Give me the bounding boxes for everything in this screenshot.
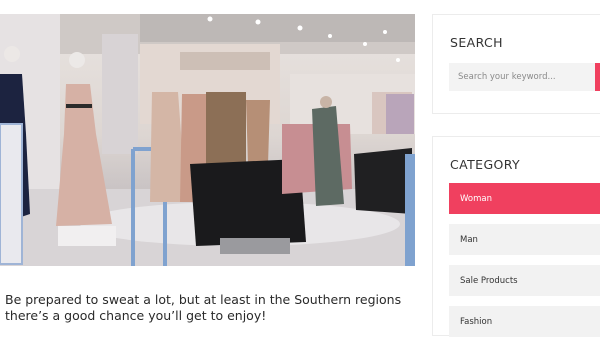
category-item-woman[interactable]: Woman [449,183,600,214]
category-item-man[interactable]: Man [449,224,600,255]
search-input[interactable] [449,72,588,82]
category-item-fashion[interactable]: Fashion [449,306,600,337]
search-form [449,63,600,91]
category-item-sale-products[interactable]: Sale Products [449,265,600,296]
post-excerpt: Be prepared to sweat a lot, but at least… [5,292,402,323]
search-widget-title: SEARCH [450,35,503,50]
search-widget: SEARCH [432,14,600,114]
clothing-store-photo [0,14,415,266]
search-button[interactable] [595,63,600,91]
post-featured-image[interactable] [0,14,415,266]
category-list: Woman Man Sale Products Fashion [449,183,600,347]
category-widget-title: CATEGORY [450,157,521,172]
category-widget: CATEGORY Woman Man Sale Products Fashion [432,136,600,337]
